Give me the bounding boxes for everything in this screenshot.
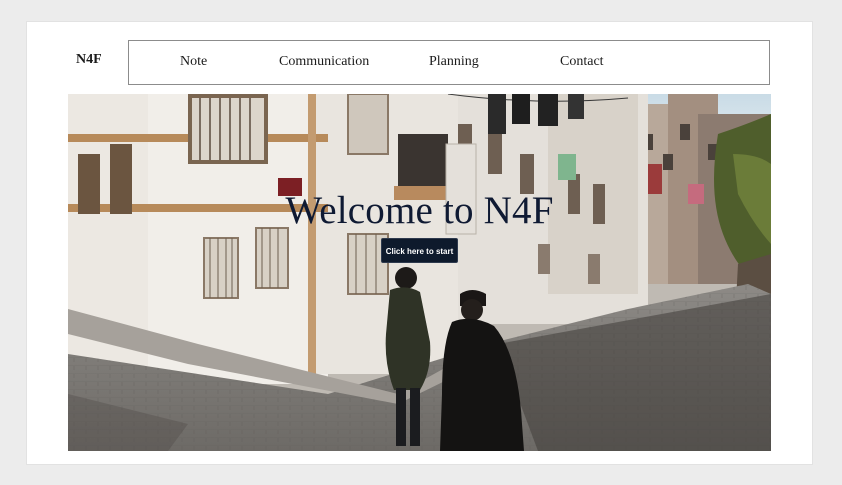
start-button[interactable]: Click here to start [381, 238, 458, 263]
top-nav: Note Communication Planning Contact [128, 40, 770, 85]
nav-item-communication[interactable]: Communication [279, 54, 369, 70]
hero-title: Welcome to N4F [285, 189, 554, 232]
hero-street-image [68, 94, 771, 451]
brand-logo[interactable]: N4F [76, 52, 102, 68]
nav-item-planning[interactable]: Planning [429, 54, 479, 70]
nav-item-contact[interactable]: Contact [560, 54, 604, 70]
page-card: N4F Note Communication Planning Contact [27, 22, 812, 464]
hero-banner: Welcome to N4F Click here to start [68, 94, 771, 451]
nav-item-note[interactable]: Note [180, 54, 207, 70]
